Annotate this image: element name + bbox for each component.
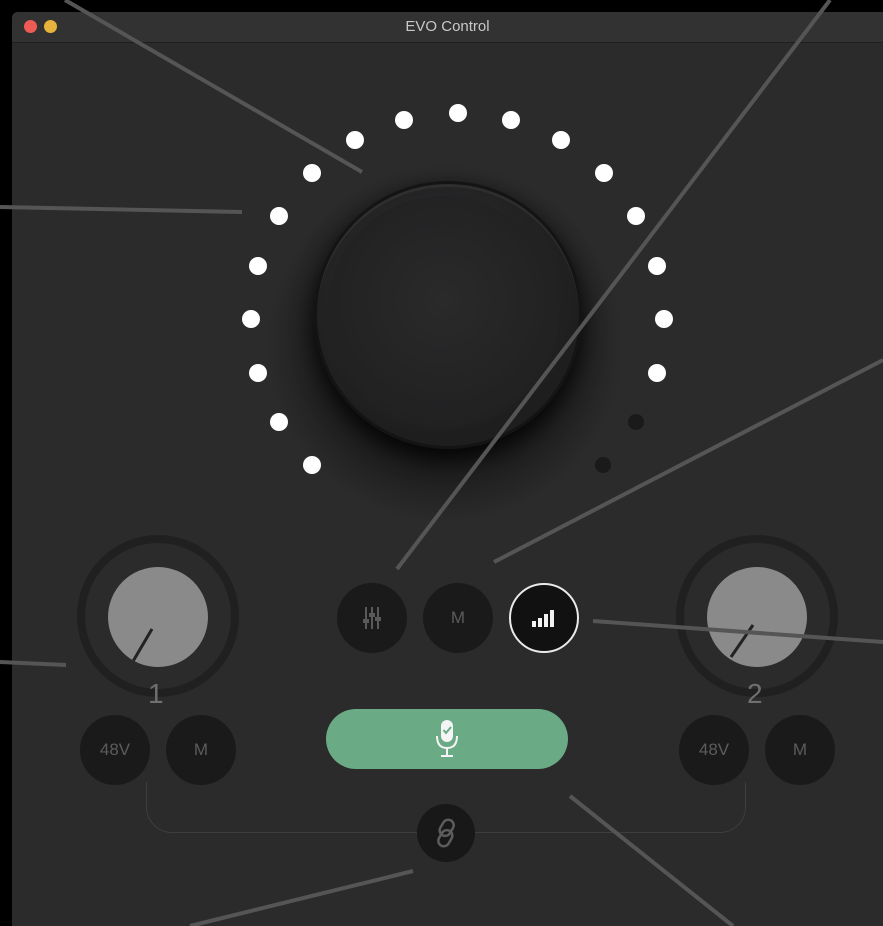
led-dot	[303, 456, 321, 474]
led-dot	[242, 310, 260, 328]
led-dot	[395, 111, 413, 129]
channel-1-mute-label: M	[193, 740, 209, 759]
led-dot	[270, 413, 288, 431]
led-dot	[346, 131, 364, 149]
mixer-sliders-icon	[363, 607, 381, 629]
mixer-button[interactable]	[337, 583, 407, 653]
gain-pointer	[729, 624, 755, 658]
led-dot	[648, 257, 666, 275]
led-dot	[270, 207, 288, 225]
led-dot	[249, 364, 267, 382]
channel-2-number: 2	[747, 678, 763, 709]
led-dot	[648, 364, 666, 382]
channel-1-number: 1	[148, 678, 164, 709]
level-bars-icon	[532, 610, 554, 627]
window-title: EVO Control	[405, 18, 490, 35]
main-volume-knob[interactable]	[314, 181, 582, 449]
channel-1-48v-button[interactable]: 48V	[80, 715, 150, 785]
led-dot-off	[595, 457, 611, 473]
monitor-mute-button[interactable]: M	[423, 583, 493, 653]
led-dot	[595, 164, 613, 182]
led-dot	[502, 111, 520, 129]
main-knob-face	[327, 196, 559, 428]
channel-1-mute-button[interactable]: M	[166, 715, 236, 785]
led-dot	[249, 257, 267, 275]
channel-1-48v-label: 48V	[99, 740, 131, 759]
channel-1-gain-knob[interactable]	[108, 567, 208, 667]
channel-2-gain-knob[interactable]	[707, 567, 807, 667]
channel-2-48v-button[interactable]: 48V	[679, 715, 749, 785]
led-dot-off	[628, 414, 644, 430]
led-dot	[449, 104, 467, 122]
meter-button[interactable]	[509, 583, 579, 653]
title-bar: EVO Control	[12, 12, 883, 43]
monitor-mute-label: M	[450, 608, 466, 627]
gain-pointer	[130, 628, 154, 664]
led-dot	[303, 164, 321, 182]
led-dot	[552, 131, 570, 149]
smartgain-button[interactable]	[326, 709, 568, 769]
channel-2-48v-label: 48V	[698, 740, 730, 759]
led-dot	[627, 207, 645, 225]
channel-link-button[interactable]	[417, 804, 475, 862]
link-icon	[437, 818, 455, 848]
channel-2-mute-label: M	[792, 740, 808, 759]
microphone-check-icon	[436, 720, 458, 757]
led-dot	[655, 310, 673, 328]
channel-2-mute-button[interactable]: M	[765, 715, 835, 785]
